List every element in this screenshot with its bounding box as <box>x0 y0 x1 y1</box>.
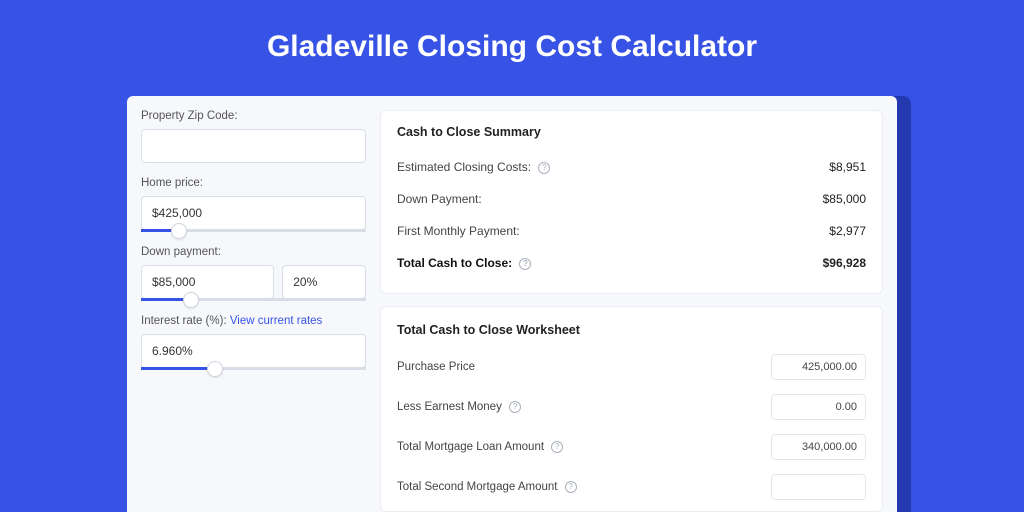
help-icon[interactable]: ? <box>565 481 577 493</box>
summary-total-label: Total Cash to Close: <box>397 256 512 270</box>
worksheet-row-label: Less Earnest Money <box>397 401 502 413</box>
calculator-canvas: Property Zip Code: Home price: Down paym… <box>127 96 897 512</box>
summary-total-row: Total Cash to Close: ? $96,928 <box>397 247 866 279</box>
zip-label: Property Zip Code: <box>141 110 366 122</box>
interest-rate-slider-fill <box>141 367 215 370</box>
worksheet-row: Purchase Price <box>397 347 866 387</box>
calculator-panel: Property Zip Code: Home price: Down paym… <box>127 96 897 512</box>
interest-rate-field-group: Interest rate (%): View current rates <box>141 315 366 370</box>
summary-row: First Monthly Payment: $2,977 <box>397 215 866 247</box>
interest-rate-slider-thumb[interactable] <box>207 361 223 377</box>
down-payment-percent-input[interactable] <box>282 265 366 299</box>
home-price-label: Home price: <box>141 177 366 189</box>
summary-total-value: $96,928 <box>823 256 866 270</box>
down-payment-slider[interactable] <box>141 298 366 301</box>
help-icon[interactable]: ? <box>551 441 563 453</box>
help-icon[interactable]: ? <box>538 162 550 174</box>
home-price-slider[interactable] <box>141 229 366 232</box>
mortgage-loan-input[interactable] <box>771 434 866 460</box>
second-mortgage-input[interactable] <box>771 474 866 500</box>
down-payment-field-group: Down payment: <box>141 246 366 301</box>
worksheet-row: Total Second Mortgage Amount ? <box>397 467 866 507</box>
worksheet-row-label: Total Second Mortgage Amount <box>397 481 557 493</box>
summary-row-label: Down Payment: <box>397 192 482 206</box>
interest-rate-input[interactable] <box>141 334 366 368</box>
worksheet-row: Total Mortgage Loan Amount ? <box>397 427 866 467</box>
down-payment-amount-input[interactable] <box>141 265 274 299</box>
home-price-field-group: Home price: <box>141 177 366 232</box>
down-payment-label: Down payment: <box>141 246 366 258</box>
help-icon[interactable]: ? <box>519 258 531 270</box>
summary-row-label: Estimated Closing Costs: <box>397 160 531 174</box>
interest-rate-label: Interest rate (%): View current rates <box>141 315 366 327</box>
purchase-price-input[interactable] <box>771 354 866 380</box>
earnest-money-input[interactable] <box>771 394 866 420</box>
worksheet-card: Total Cash to Close Worksheet Purchase P… <box>380 306 883 512</box>
zip-input[interactable] <box>141 129 366 163</box>
summary-row: Estimated Closing Costs: ? $8,951 <box>397 151 866 183</box>
inputs-column: Property Zip Code: Home price: Down paym… <box>141 110 366 512</box>
interest-rate-label-text: Interest rate (%): <box>141 315 230 327</box>
zip-field-group: Property Zip Code: <box>141 110 366 163</box>
page-title: Gladeville Closing Cost Calculator <box>0 0 1024 86</box>
summary-row-value: $85,000 <box>823 192 866 206</box>
worksheet-title: Total Cash to Close Worksheet <box>397 323 866 337</box>
interest-rate-slider[interactable] <box>141 367 366 370</box>
down-payment-slider-thumb[interactable] <box>183 292 199 308</box>
view-current-rates-link[interactable]: View current rates <box>230 315 322 327</box>
summary-card: Cash to Close Summary Estimated Closing … <box>380 110 883 294</box>
worksheet-row-label: Total Mortgage Loan Amount <box>397 441 544 453</box>
results-column: Cash to Close Summary Estimated Closing … <box>380 110 883 512</box>
worksheet-row: Less Earnest Money ? <box>397 387 866 427</box>
summary-row-value: $8,951 <box>829 160 866 174</box>
worksheet-row-label: Purchase Price <box>397 361 475 373</box>
summary-title: Cash to Close Summary <box>397 125 866 139</box>
summary-row-label: First Monthly Payment: <box>397 224 520 238</box>
summary-row-value: $2,977 <box>829 224 866 238</box>
help-icon[interactable]: ? <box>509 401 521 413</box>
home-price-slider-thumb[interactable] <box>171 223 187 239</box>
summary-row: Down Payment: $85,000 <box>397 183 866 215</box>
